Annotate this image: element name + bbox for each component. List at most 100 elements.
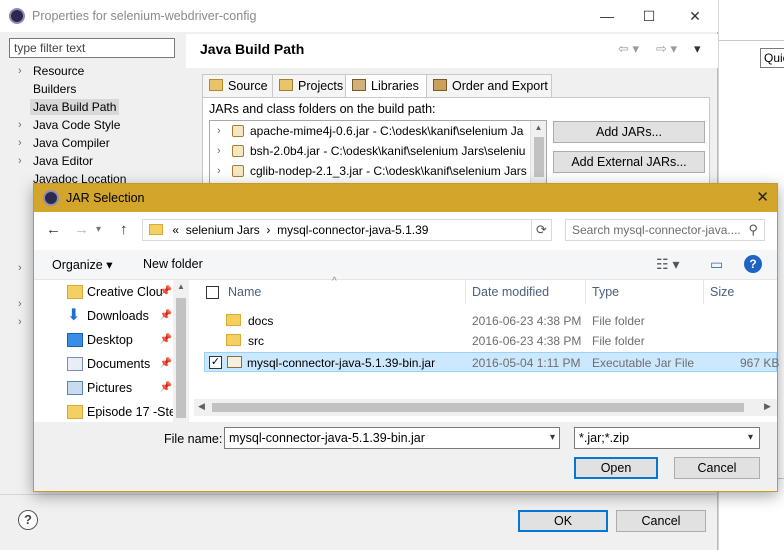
tree-item-resource[interactable]: › Resource [9,62,184,80]
preview-pane-icon[interactable]: ▭ [710,256,723,273]
properties-title-bar: Properties for selenium-webdriver-config… [0,0,718,32]
forward-arrow-icon[interactable]: ⇨ ▾ [656,41,677,57]
view-menu-icon[interactable]: ▾ [694,41,701,57]
up-arrow-icon[interactable]: ↑ [120,221,128,238]
section-header: Java Build Path ⇦ ▾ ⇨ ▾ ▾ [186,34,718,68]
navigation-pane: Creative Clou 📌 ⬇ Downloads 📌 Desktop 📌 Docu… [34,280,189,422]
tab-source[interactable]: Source [202,74,276,98]
chevron-right-icon[interactable]: › [217,161,221,181]
help-icon[interactable]: ? [18,510,38,530]
close-icon[interactable]: ✕ [684,6,706,26]
cancel-button[interactable]: Cancel [616,510,706,532]
pictures-icon [67,381,83,395]
sidebar-item-episode[interactable]: Episode 17 -Step [34,400,174,424]
help-icon[interactable]: ? [744,255,762,273]
breadcrumb-item[interactable]: mysql-connector-java-5.1.39 [277,223,428,237]
column-header-date[interactable]: Date modified [466,280,586,304]
scroll-thumb[interactable] [212,403,744,412]
sidebar-item-pictures[interactable]: Pictures 📌 [34,376,174,400]
close-icon[interactable]: ✕ [756,188,769,206]
file-list-scrollbar[interactable]: ◀ ▶ [194,399,777,416]
tree-item-builders[interactable]: Builders [9,80,184,98]
folder-icon [226,314,241,326]
chevron-right-icon[interactable]: › [217,141,221,161]
folder-icon [67,285,83,299]
tree-item-java-compiler[interactable]: › Java Compiler [9,134,184,152]
breadcrumb-item[interactable]: selenium Jars [186,223,260,237]
new-folder-button[interactable]: New folder [143,257,203,271]
file-type-select[interactable]: *.jar;*.zip ▾ [574,427,760,449]
select-all-checkbox[interactable] [206,286,219,299]
organize-button[interactable]: Organize ▾ [52,257,112,272]
table-row[interactable]: ✓ mysql-connector-java-5.1.39-bin.jar 20… [204,352,779,372]
dialog-cancel-button[interactable]: Cancel [674,457,760,479]
breadcrumb-overflow[interactable]: « [172,223,179,237]
filter-input[interactable]: type filter text [9,38,175,58]
scroll-up-icon[interactable]: ▲ [531,121,546,135]
sidebar-item-documents[interactable]: Documents 📌 [34,352,174,376]
scroll-left-icon[interactable]: ◀ [198,401,205,412]
add-jars-button[interactable]: Add JARs... [553,121,705,143]
tree-item-java-editor[interactable]: › Java Editor [9,152,184,170]
tree-item-java-build-path[interactable]: Java Build Path [9,98,184,116]
search-input[interactable]: Search mysql-connector-java.... ⚲ [565,219,765,241]
jar-file-icon [227,356,242,368]
chevron-right-icon: › [18,155,22,167]
refresh-icon[interactable]: ⟳ [531,220,551,240]
jar-icon [232,145,244,157]
open-button[interactable]: Open [574,457,658,479]
download-icon: ⬇ [67,307,81,324]
chevron-right-icon: › [18,119,22,131]
maximize-icon[interactable]: ☐ [638,6,660,26]
add-external-jars-button[interactable]: Add External JARs... [553,151,705,173]
properties-tree: › Resource Builders Java Build Path › Java… [9,62,184,188]
list-item[interactable]: › apache-mime4j-0.6.jar - C:\odesk\kanif\… [210,121,546,141]
sidebar-item-downloads[interactable]: ⬇ Downloads 📌 [34,304,174,328]
tab-libraries[interactable]: Libraries [345,74,427,99]
jar-icon [232,165,244,177]
pin-icon: 📌 [159,382,172,393]
quick-access-input[interactable]: Quic [760,48,784,68]
minimize-icon[interactable]: — [596,6,618,26]
jars-label: JARs and class folders on the build path… [209,102,436,116]
navigation-scrollbar[interactable]: ▲ [173,280,189,422]
forward-arrow-icon[interactable]: → [74,221,89,238]
chevron-right-icon[interactable]: › [18,262,22,274]
scroll-thumb[interactable] [176,298,186,418]
scroll-right-icon[interactable]: ▶ [764,401,771,412]
chevron-down-icon[interactable]: ▾ [748,428,753,448]
divider [0,494,718,495]
row-checkbox[interactable]: ✓ [209,356,222,369]
back-arrow-icon[interactable]: ← [46,221,61,238]
file-name-input[interactable]: mysql-connector-java-5.1.39-bin.jar ▾ [224,427,560,449]
tree-item-java-code-style[interactable]: › Java Code Style [9,116,184,134]
view-options-icon[interactable]: ☷ ▾ [656,256,679,273]
ok-button[interactable]: OK [518,510,608,532]
jar-selection-dialog: JAR Selection ✕ ← → ▾ ↑ « selenium Jars … [33,183,779,492]
breadcrumb-separator[interactable]: › [266,223,270,237]
column-header-name[interactable]: Name [222,280,466,304]
table-row[interactable]: docs 2016-06-23 4:38 PM File folder [204,311,777,331]
column-header-size[interactable]: Size [704,280,777,304]
documents-icon [67,357,83,371]
scroll-up-icon[interactable]: ▲ [173,282,189,291]
list-item[interactable]: › bsh-2.0b4.jar - C:\odesk\kanif\selenium… [210,141,546,161]
chevron-right-icon[interactable]: › [18,316,22,328]
list-item[interactable]: › cglib-nodep-2.1_3.jar - C:\odesk\kanif\… [210,161,546,181]
pin-icon: 📌 [159,310,172,321]
chevron-down-icon[interactable]: ▾ [550,428,555,448]
chevron-right-icon[interactable]: › [18,298,22,310]
chevron-right-icon[interactable]: › [217,121,221,141]
folder-icon [67,405,83,419]
tab-order-and-export[interactable]: Order and Export [426,74,552,98]
table-row[interactable]: src 2016-06-23 4:38 PM File folder [204,331,777,351]
sidebar-item-creative-cloud[interactable]: Creative Clou 📌 [34,280,174,304]
chevron-down-icon[interactable]: ▾ [96,224,101,235]
tab-projects[interactable]: Projects [272,74,348,98]
scroll-thumb[interactable] [534,137,544,177]
libraries-icon [352,79,366,91]
back-arrow-icon[interactable]: ⇦ ▾ [618,41,639,57]
column-header-type[interactable]: Type [586,280,704,304]
sidebar-item-desktop[interactable]: Desktop 📌 [34,328,174,352]
address-bar[interactable]: « selenium Jars › mysql-connector-java-5… [142,219,552,241]
